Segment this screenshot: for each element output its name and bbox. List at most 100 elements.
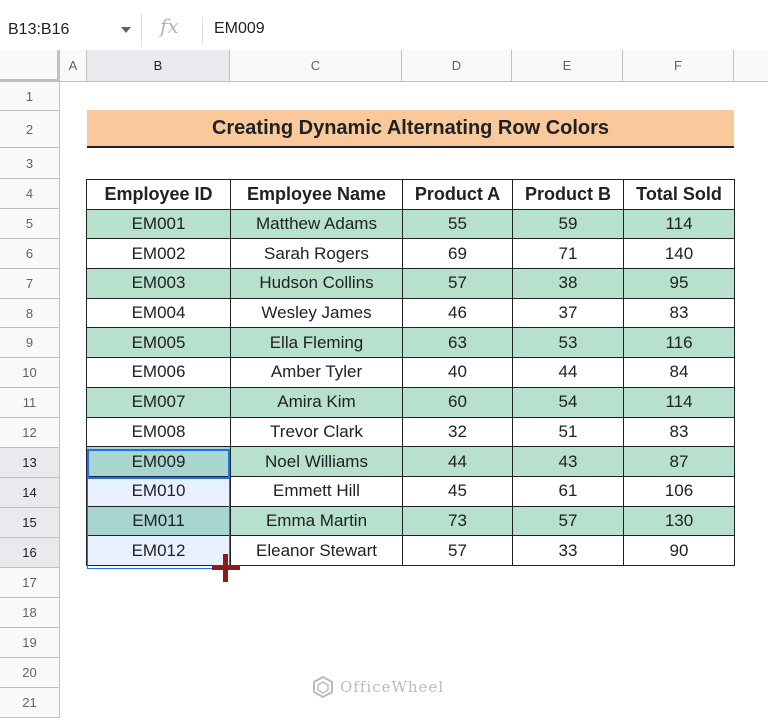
- formula-input[interactable]: EM009: [214, 20, 265, 38]
- column-header-g[interactable]: [734, 50, 768, 82]
- row-header-4[interactable]: 4: [0, 179, 60, 209]
- cell-id[interactable]: EM007: [86, 386, 231, 418]
- select-all-corner[interactable]: [0, 50, 60, 82]
- cell-product-b[interactable]: 53: [512, 327, 624, 359]
- cell-product-a[interactable]: 44: [402, 446, 513, 477]
- cell-product-a[interactable]: 73: [402, 505, 513, 537]
- cell-total[interactable]: 95: [623, 268, 735, 299]
- header-product-a[interactable]: Product A: [402, 179, 513, 210]
- row-header-8[interactable]: 8: [0, 299, 60, 328]
- cell-id[interactable]: EM003: [86, 268, 231, 299]
- header-total-sold[interactable]: Total Sold: [623, 179, 735, 210]
- cell-total[interactable]: 84: [623, 357, 735, 388]
- cell-total[interactable]: 87: [623, 446, 735, 477]
- chevron-down-icon[interactable]: [121, 27, 131, 33]
- cell-product-b[interactable]: 33: [512, 535, 624, 566]
- header-product-b[interactable]: Product B: [512, 179, 624, 210]
- cell-product-a[interactable]: 60: [402, 386, 513, 418]
- table-row: EM001 Matthew Adams 55 59 114: [86, 208, 735, 240]
- row-header-12[interactable]: 12: [0, 418, 60, 448]
- row-header-1[interactable]: 1: [0, 82, 60, 111]
- cell-product-a[interactable]: 46: [402, 297, 513, 329]
- row-header-14[interactable]: 14: [0, 478, 60, 508]
- cell-product-b[interactable]: 54: [512, 386, 624, 418]
- cell-name[interactable]: Trevor Clark: [230, 416, 403, 448]
- column-header-e[interactable]: E: [512, 50, 623, 82]
- header-employee-name[interactable]: Employee Name: [230, 179, 403, 210]
- cell-product-a[interactable]: 63: [402, 327, 513, 359]
- cell-id[interactable]: EM010: [86, 475, 231, 507]
- cell-total[interactable]: 116: [623, 327, 735, 359]
- cell-product-b[interactable]: 61: [512, 475, 624, 507]
- cell-name[interactable]: Amira Kim: [230, 386, 403, 418]
- column-header-b[interactable]: B: [87, 50, 230, 82]
- cell-product-a[interactable]: 57: [402, 268, 513, 299]
- cell-product-b[interactable]: 43: [512, 446, 624, 477]
- table-row: EM009 Noel Williams 44 43 87: [86, 446, 735, 477]
- cell-id[interactable]: EM002: [86, 238, 231, 270]
- cell-name[interactable]: Sarah Rogers: [230, 238, 403, 270]
- cell-product-b[interactable]: 71: [512, 238, 624, 270]
- cell-id[interactable]: EM012: [86, 535, 231, 566]
- row-header-21[interactable]: 21: [0, 688, 60, 718]
- cell-product-a[interactable]: 69: [402, 238, 513, 270]
- cell-name[interactable]: Ella Fleming: [230, 327, 403, 359]
- cell-product-a[interactable]: 32: [402, 416, 513, 448]
- row-header-17[interactable]: 17: [0, 568, 60, 598]
- cell-name[interactable]: Emmett Hill: [230, 475, 403, 507]
- cell-product-b[interactable]: 51: [512, 416, 624, 448]
- cell-id[interactable]: EM004: [86, 297, 231, 329]
- cell-id[interactable]: EM005: [86, 327, 231, 359]
- cell-name[interactable]: Emma Martin: [230, 505, 403, 537]
- cell-total[interactable]: 90: [623, 535, 735, 566]
- cell-name[interactable]: Noel Williams: [230, 446, 403, 477]
- row-header-19[interactable]: 19: [0, 628, 60, 658]
- row-header-20[interactable]: 20: [0, 658, 60, 688]
- cell-name[interactable]: Matthew Adams: [230, 208, 403, 240]
- cell-product-a[interactable]: 57: [402, 535, 513, 566]
- cell-product-a[interactable]: 45: [402, 475, 513, 507]
- cell-id[interactable]: EM001: [86, 208, 231, 240]
- row-header-18[interactable]: 18: [0, 598, 60, 628]
- cell-product-b[interactable]: 44: [512, 357, 624, 388]
- cell-product-a[interactable]: 40: [402, 357, 513, 388]
- cell-id[interactable]: EM008: [86, 416, 231, 448]
- cell-product-b[interactable]: 57: [512, 505, 624, 537]
- cell-name[interactable]: Eleanor Stewart: [230, 535, 403, 566]
- cell-product-b[interactable]: 37: [512, 297, 624, 329]
- row-header-16[interactable]: 16: [0, 538, 60, 568]
- name-box[interactable]: B13:B16: [0, 14, 142, 46]
- row-header-15[interactable]: 15: [0, 508, 60, 538]
- cell-id[interactable]: EM011: [86, 505, 231, 537]
- cell-name[interactable]: Amber Tyler: [230, 357, 403, 388]
- row-header-5[interactable]: 5: [0, 209, 60, 239]
- column-header-a[interactable]: A: [60, 50, 87, 82]
- cell-name[interactable]: Hudson Collins: [230, 268, 403, 299]
- column-header-c[interactable]: C: [230, 50, 402, 82]
- cell-total[interactable]: 114: [623, 208, 735, 240]
- row-header-9[interactable]: 9: [0, 328, 60, 358]
- row-header-6[interactable]: 6: [0, 239, 60, 269]
- row-header-11[interactable]: 11: [0, 388, 60, 418]
- cell-total[interactable]: 106: [623, 475, 735, 507]
- row-header-10[interactable]: 10: [0, 358, 60, 388]
- cell-total[interactable]: 83: [623, 416, 735, 448]
- row-header-7[interactable]: 7: [0, 269, 60, 299]
- column-header-d[interactable]: D: [402, 50, 512, 82]
- cell-total[interactable]: 130: [623, 505, 735, 537]
- cell-total[interactable]: 83: [623, 297, 735, 329]
- cell-total[interactable]: 140: [623, 238, 735, 270]
- column-header-f[interactable]: F: [623, 50, 734, 82]
- table-row: EM004 Wesley James 46 37 83: [86, 297, 735, 329]
- row-header-2[interactable]: 2: [0, 111, 60, 148]
- row-header-13[interactable]: 13: [0, 448, 60, 478]
- cell-id[interactable]: EM009: [86, 446, 231, 477]
- cell-product-a[interactable]: 55: [402, 208, 513, 240]
- cell-name[interactable]: Wesley James: [230, 297, 403, 329]
- cell-total[interactable]: 114: [623, 386, 735, 418]
- row-header-3[interactable]: 3: [0, 148, 60, 179]
- header-employee-id[interactable]: Employee ID: [86, 179, 231, 210]
- cell-id[interactable]: EM006: [86, 357, 231, 388]
- cell-product-b[interactable]: 38: [512, 268, 624, 299]
- cell-product-b[interactable]: 59: [512, 208, 624, 240]
